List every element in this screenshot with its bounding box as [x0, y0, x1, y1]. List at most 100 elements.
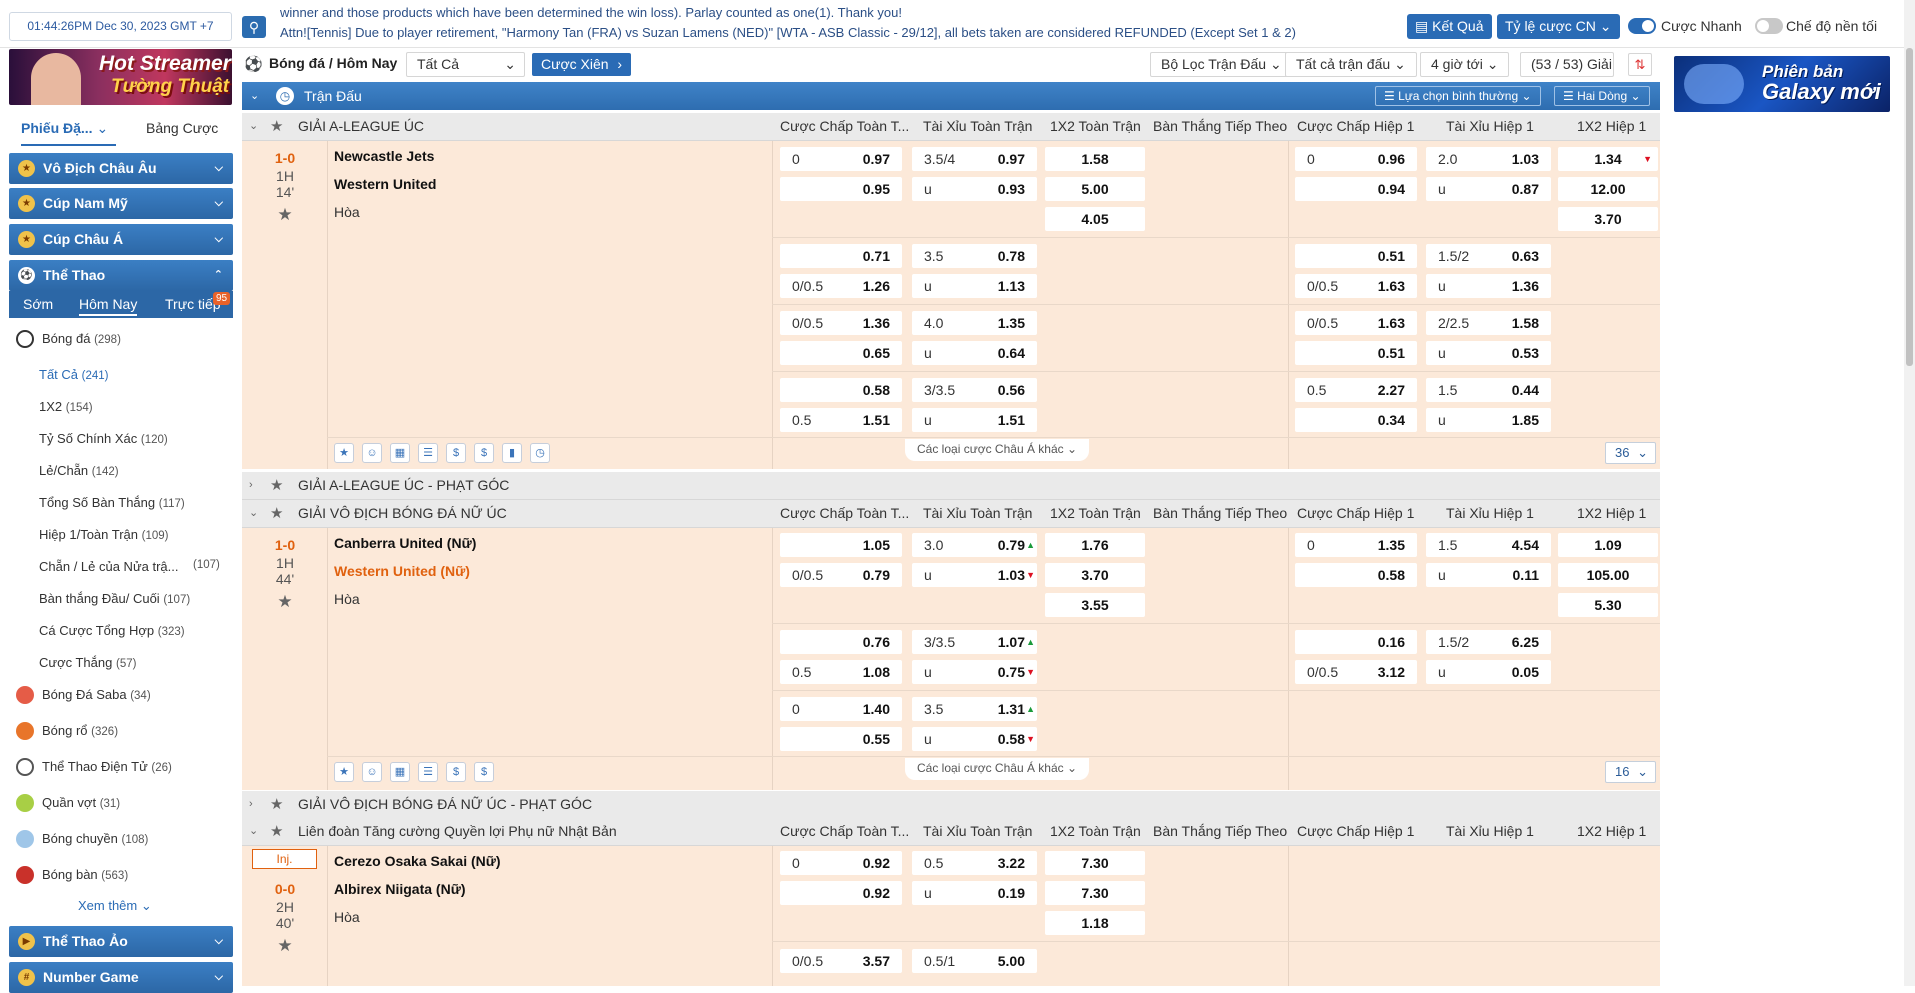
odds-cell[interactable]: 0.5 1.08: [780, 660, 902, 684]
odds-cell[interactable]: 12.00: [1558, 177, 1658, 201]
odds-cell[interactable]: 0 0.92: [780, 851, 902, 875]
league-header[interactable]: › ★ GIẢI VÔ ĐỊCH BÓNG ĐÁ NỮ ÚC - PHẠT GÓC: [242, 791, 1660, 819]
chevron-down-icon[interactable]: ⌄: [249, 113, 258, 140]
market-item[interactable]: Cá Cược Tổng Hợp (323): [39, 623, 185, 638]
odds-cell[interactable]: u 0.05: [1426, 660, 1551, 684]
sport-item-tennis[interactable]: Quần vợt (31): [14, 790, 120, 816]
scrollbar-thumb[interactable]: [1906, 48, 1913, 366]
odds-cell[interactable]: 4.0 1.35: [912, 311, 1037, 335]
chevron-down-icon[interactable]: ⌄: [249, 818, 258, 845]
match-filter-dropdown[interactable]: Bộ Lọc Trận Đấu ⌄: [1150, 52, 1293, 77]
odds-cell[interactable]: 0 1.35: [1295, 533, 1417, 557]
odds-cell[interactable]: 1.5 4.54: [1426, 533, 1551, 557]
tab-bet-list[interactable]: Bảng Cược: [146, 114, 218, 146]
sport-item-football[interactable]: Bóng đá (298): [14, 326, 121, 352]
market-item[interactable]: 1X2 (154): [39, 399, 93, 414]
away-team[interactable]: Albirex Niigata (Nữ): [334, 881, 466, 897]
section-virtual-sports[interactable]: ▶ Thể Thao Ảo ⌵: [9, 926, 233, 957]
section-number-game[interactable]: # Number Game ⌵: [9, 962, 233, 993]
odds-cell[interactable]: 0/0.5 0.79: [780, 563, 902, 587]
star-icon[interactable]: ★: [270, 500, 283, 527]
streamer-icon[interactable]: ☺: [362, 762, 382, 782]
time-range-dropdown[interactable]: 4 giờ tới ⌄: [1420, 52, 1510, 77]
odds-cell[interactable]: u 1.36: [1426, 274, 1551, 298]
odds-cell[interactable]: u 0.64: [912, 341, 1037, 365]
odds-cell[interactable]: 1.05: [780, 533, 902, 557]
row-mode-dropdown[interactable]: ☰ Hai Dòng ⌄: [1554, 86, 1650, 106]
odds-cell[interactable]: 0 0.96: [1295, 147, 1417, 171]
chevron-right-icon[interactable]: ›: [249, 472, 253, 499]
search-button[interactable]: ⚲: [242, 16, 266, 38]
odds-cell[interactable]: 0/0.5 1.26: [780, 274, 902, 298]
odds-cell[interactable]: 0.58: [1295, 563, 1417, 587]
star-icon[interactable]: ★: [334, 762, 354, 782]
odds-cell[interactable]: 1.09: [1558, 533, 1658, 557]
odds-cell[interactable]: 3.5 0.78: [912, 244, 1037, 268]
bar-chart-icon[interactable]: ▮: [502, 443, 522, 463]
odds-cell[interactable]: 3.5 1.31 ▲: [912, 697, 1037, 721]
stats-icon[interactable]: ▦: [390, 762, 410, 782]
market-item[interactable]: Bàn thắng Đầu/ Cuối (107): [39, 591, 190, 606]
odds-cell[interactable]: 3.70: [1045, 563, 1145, 587]
market-item[interactable]: Lẻ/Chẵn (142): [39, 463, 119, 478]
odds-cell[interactable]: 0.92: [780, 881, 902, 905]
home-team[interactable]: Canberra United (Nữ): [334, 535, 476, 551]
odds-cell[interactable]: 0.94: [1295, 177, 1417, 201]
market-count-dropdown[interactable]: 16 ⌄: [1605, 761, 1656, 783]
market-item[interactable]: Hiệp 1/Toàn Trận (109): [39, 527, 169, 542]
scoreboard-icon[interactable]: ☰: [418, 762, 438, 782]
odds-cell[interactable]: 0.71: [780, 244, 902, 268]
odds-cell[interactable]: 0/0.5 1.36: [780, 311, 902, 335]
favorite-star-icon[interactable]: ★: [242, 592, 328, 612]
odds-cell[interactable]: u 0.93: [912, 177, 1037, 201]
section-sports[interactable]: ⚽ Thể Thao ⌃: [9, 260, 233, 291]
league-header[interactable]: ⌄ ★ GIẢI A-LEAGUE ÚC Cược Chấp Toàn T... Tài…: [242, 113, 1660, 141]
market-item[interactable]: Tổng Số Bàn Thắng (117): [39, 495, 185, 510]
odds-cell[interactable]: 0.51: [1295, 341, 1417, 365]
league-header[interactable]: ⌄ ★ GIẢI VÔ ĐỊCH BÓNG ĐÁ NỮ ÚC Cược Chấp To…: [242, 500, 1660, 528]
odds-cell[interactable]: 1.5/2 0.63: [1426, 244, 1551, 268]
odds-cell[interactable]: 4.05: [1045, 207, 1145, 231]
market-item[interactable]: Cược Thắng (57): [39, 655, 136, 670]
odds-cell[interactable]: 0.5 1.51: [780, 408, 902, 432]
odds-cell[interactable]: 0.16: [1295, 630, 1417, 654]
scoreboard-icon[interactable]: ☰: [418, 443, 438, 463]
all-matches-dropdown[interactable]: Tất cả trận đấu ⌄: [1285, 52, 1417, 77]
subtab-today[interactable]: Hôm Nay: [79, 293, 138, 316]
chevron-down-icon[interactable]: ⌄: [249, 500, 258, 527]
tab-bet-slip[interactable]: Phiếu Đặ... ⌄: [21, 114, 116, 146]
galaxy-banner[interactable]: Phiên bản Galaxy mới: [1674, 56, 1890, 112]
see-more-link[interactable]: Xem thêm ⌄: [78, 898, 152, 914]
odds-cell[interactable]: 0.5/1 5.00: [912, 949, 1037, 973]
dark-mode-toggle[interactable]: [1755, 18, 1783, 34]
more-markets-button[interactable]: Các loại cược Châu Á khác ⌄: [905, 758, 1090, 780]
odds-cell[interactable]: 0 0.97: [780, 147, 902, 171]
dollar-icon[interactable]: $: [474, 443, 494, 463]
sport-item-esports[interactable]: Thể Thao Điện Tử (26): [14, 754, 172, 780]
odds-cell[interactable]: 0/0.5 1.63: [1295, 311, 1417, 335]
odds-cell[interactable]: u 1.03 ▼: [912, 563, 1037, 587]
odds-cell[interactable]: 0.58: [780, 378, 902, 402]
star-icon[interactable]: ★: [270, 818, 283, 845]
odds-cell[interactable]: 7.30: [1045, 881, 1145, 905]
star-icon[interactable]: ★: [270, 472, 283, 499]
odds-cell[interactable]: u 1.85: [1426, 408, 1551, 432]
odds-cell[interactable]: u 0.19: [912, 881, 1037, 905]
odds-cell[interactable]: 0.95: [780, 177, 902, 201]
chevron-right-icon[interactable]: ›: [249, 791, 253, 818]
odds-cell[interactable]: 1.58: [1045, 147, 1145, 171]
odds-cell[interactable]: u 1.51: [912, 408, 1037, 432]
odds-cell[interactable]: 3.5/4 0.97: [912, 147, 1037, 171]
odds-cell[interactable]: 7.30: [1045, 851, 1145, 875]
streamer-icon[interactable]: ☺: [362, 443, 382, 463]
star-icon[interactable]: ★: [270, 113, 283, 140]
odds-cell[interactable]: 5.00: [1045, 177, 1145, 201]
odds-cell[interactable]: u 0.11: [1426, 563, 1551, 587]
odds-cell[interactable]: 0/0.5 1.63: [1295, 274, 1417, 298]
odds-cell[interactable]: 5.30: [1558, 593, 1658, 617]
sport-item-saba[interactable]: Bóng Đá Saba (34): [14, 682, 151, 708]
odds-cell[interactable]: 3/3.5 1.07 ▲: [912, 630, 1037, 654]
market-count-dropdown[interactable]: 36 ⌄: [1605, 442, 1656, 464]
market-item[interactable]: Chẵn / Lẻ của Nửa trậ... (107): [39, 559, 220, 574]
odds-cell[interactable]: 1.5/2 6.25: [1426, 630, 1551, 654]
